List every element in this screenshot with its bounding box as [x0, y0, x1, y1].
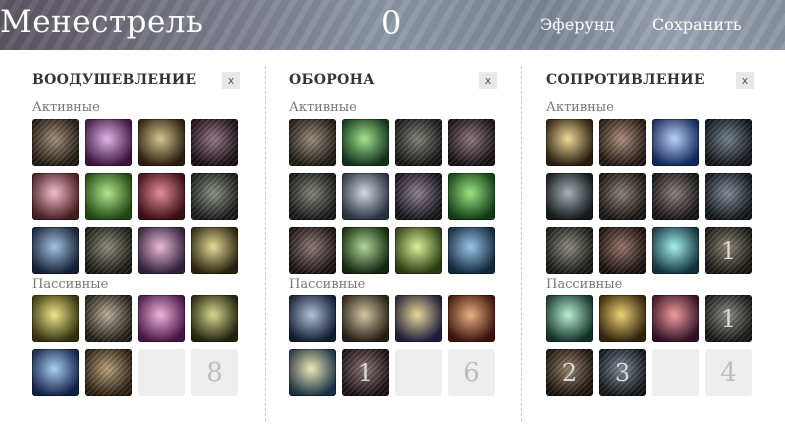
skill-icon[interactable] [652, 119, 699, 166]
close-button[interactable]: x [479, 72, 497, 89]
skill-icon[interactable] [289, 349, 336, 396]
skill-icon[interactable] [191, 119, 238, 166]
rank-number: 1 [720, 304, 737, 333]
skill-icon[interactable]: 1 [705, 227, 752, 274]
panel-divider [521, 66, 522, 421]
active-grid [32, 119, 238, 274]
skill-icon[interactable] [342, 119, 389, 166]
close-button[interactable]: x [736, 72, 754, 89]
passive-label: Пассивные [32, 277, 109, 292]
skill-icon[interactable] [342, 173, 389, 220]
skill-icon[interactable] [395, 173, 442, 220]
passive-grid: 1 2 3 4 [546, 295, 752, 396]
skill-icon[interactable] [191, 173, 238, 220]
rank-number: 8 [206, 357, 223, 388]
header-banner: Менестрель 0 Эферунд Сохранить [0, 0, 785, 50]
skill-icon[interactable] [546, 173, 593, 220]
panel-title: СОПРОТИВЛЕНИЕ [546, 72, 705, 88]
skill-icon[interactable] [448, 295, 495, 342]
active-label: Активные [289, 100, 357, 115]
skill-icon[interactable] [85, 119, 132, 166]
skill-icon[interactable] [289, 119, 336, 166]
skill-icon[interactable] [289, 227, 336, 274]
close-button[interactable]: x [222, 72, 240, 89]
panel-title: ОБОРОНА [289, 72, 375, 88]
skill-icon[interactable] [448, 119, 495, 166]
panel-divider [265, 66, 266, 421]
skill-icon[interactable] [32, 173, 79, 220]
skill-icon[interactable] [138, 119, 185, 166]
passive-grid: 16 [289, 295, 495, 396]
rank-number: 4 [720, 357, 737, 388]
active-label: Активные [546, 100, 614, 115]
skill-icon[interactable] [85, 349, 132, 396]
empty-slot: 6 [448, 349, 495, 396]
skill-icon[interactable]: 1 [705, 295, 752, 342]
skill-icon[interactable]: 1 [342, 349, 389, 396]
active-grid: 1 [546, 119, 752, 274]
rank-number: 2 [561, 358, 578, 387]
skill-icon[interactable]: 2 [546, 349, 593, 396]
skill-icon[interactable] [546, 295, 593, 342]
skill-icon[interactable] [191, 295, 238, 342]
passive-label: Пассивные [289, 277, 366, 292]
skill-icon[interactable] [342, 227, 389, 274]
skill-icon[interactable] [705, 119, 752, 166]
skill-icon[interactable]: 3 [599, 349, 646, 396]
skill-icon[interactable] [32, 349, 79, 396]
skill-icon[interactable] [448, 227, 495, 274]
skill-icon[interactable] [138, 295, 185, 342]
eferund-link[interactable]: Эферунд [540, 15, 614, 34]
empty-slot [652, 349, 699, 396]
skill-icon[interactable] [289, 173, 336, 220]
skill-icon[interactable] [599, 295, 646, 342]
active-grid [289, 119, 495, 274]
skill-icon[interactable] [32, 119, 79, 166]
skill-icon[interactable] [191, 227, 238, 274]
skill-icon[interactable] [599, 173, 646, 220]
points-counter: 0 [381, 4, 402, 42]
save-link[interactable]: Сохранить [652, 15, 742, 34]
skill-icon[interactable] [289, 295, 336, 342]
skill-icon[interactable] [652, 295, 699, 342]
skill-icon[interactable] [705, 173, 752, 220]
skill-icon[interactable] [652, 173, 699, 220]
empty-slot: 8 [191, 349, 238, 396]
skill-icon[interactable] [546, 119, 593, 166]
rank-number: 1 [357, 358, 374, 387]
skill-icon[interactable] [138, 227, 185, 274]
empty-slot [138, 349, 185, 396]
empty-slot [395, 349, 442, 396]
skill-icon[interactable] [395, 119, 442, 166]
skill-icon[interactable] [342, 295, 389, 342]
passive-grid: 8 [32, 295, 238, 396]
skill-icon[interactable] [599, 119, 646, 166]
active-label: Активные [32, 100, 100, 115]
rank-number: 1 [720, 236, 737, 265]
skill-icon[interactable] [448, 173, 495, 220]
skill-icon[interactable] [138, 173, 185, 220]
passive-label: Пассивные [546, 277, 623, 292]
skill-icon[interactable] [395, 227, 442, 274]
panel-title: ВООДУШЕВЛЕНИЕ [32, 72, 197, 88]
skill-icon[interactable] [85, 295, 132, 342]
class-title: Менестрель [0, 4, 204, 40]
skill-icon[interactable] [599, 227, 646, 274]
rank-number: 3 [614, 358, 631, 387]
rank-number: 6 [463, 357, 480, 388]
skill-icon[interactable] [546, 227, 593, 274]
skill-icon[interactable] [652, 227, 699, 274]
skill-icon[interactable] [32, 295, 79, 342]
skill-icon[interactable] [85, 227, 132, 274]
skill-icon[interactable] [395, 295, 442, 342]
empty-slot: 4 [705, 349, 752, 396]
skill-icon[interactable] [85, 173, 132, 220]
skill-icon[interactable] [32, 227, 79, 274]
